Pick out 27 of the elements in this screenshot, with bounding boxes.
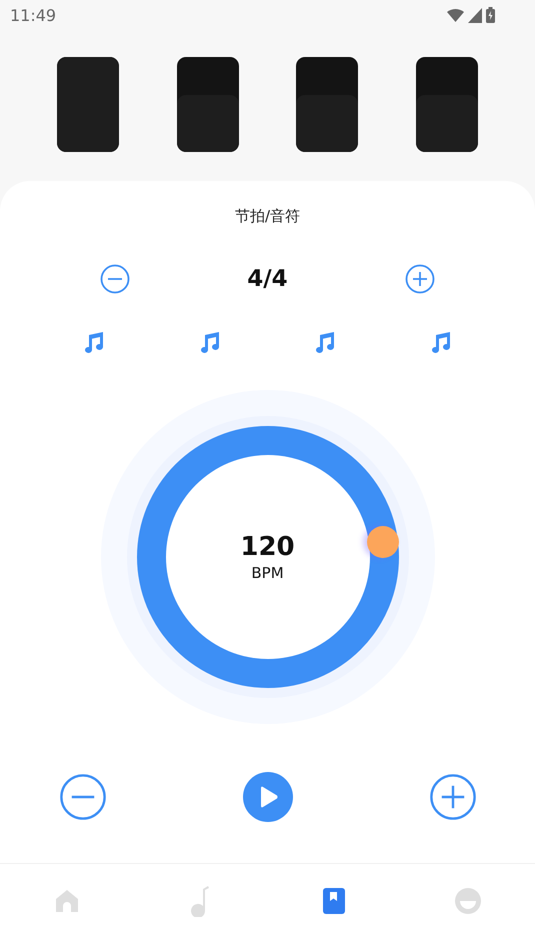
minus-icon — [59, 773, 107, 821]
signal-icon — [468, 8, 482, 22]
tempo-increase-button[interactable] — [429, 773, 477, 821]
decrease-button[interactable] — [100, 264, 130, 294]
beat-meter[interactable] — [416, 57, 478, 152]
tempo-value: 120 — [240, 532, 295, 562]
play-button[interactable] — [243, 772, 293, 822]
plus-icon — [429, 773, 477, 821]
face-icon — [454, 887, 482, 915]
music-note-icon — [190, 885, 212, 917]
bookmark-icon — [323, 888, 346, 914]
wifi-icon — [447, 8, 464, 22]
tempo-decrease-button[interactable] — [59, 773, 107, 821]
beat-meter[interactable] — [176, 57, 239, 152]
music-note-icon[interactable] — [82, 330, 106, 354]
section-title: 节拍/音符 — [234, 207, 300, 226]
beat-meter[interactable] — [56, 57, 119, 152]
plus-icon — [404, 264, 435, 294]
increase-button[interactable] — [404, 264, 435, 294]
status-time: 11:49 — [10, 6, 56, 24]
tempo-unit: BPM — [251, 564, 284, 582]
beat-meter[interactable] — [296, 57, 358, 152]
minus-icon — [100, 264, 130, 294]
tempo-dial[interactable]: 120 BPM — [100, 390, 434, 724]
time-signature: 4/4 — [247, 266, 288, 292]
play-icon — [258, 786, 278, 808]
battery-icon — [486, 7, 495, 23]
